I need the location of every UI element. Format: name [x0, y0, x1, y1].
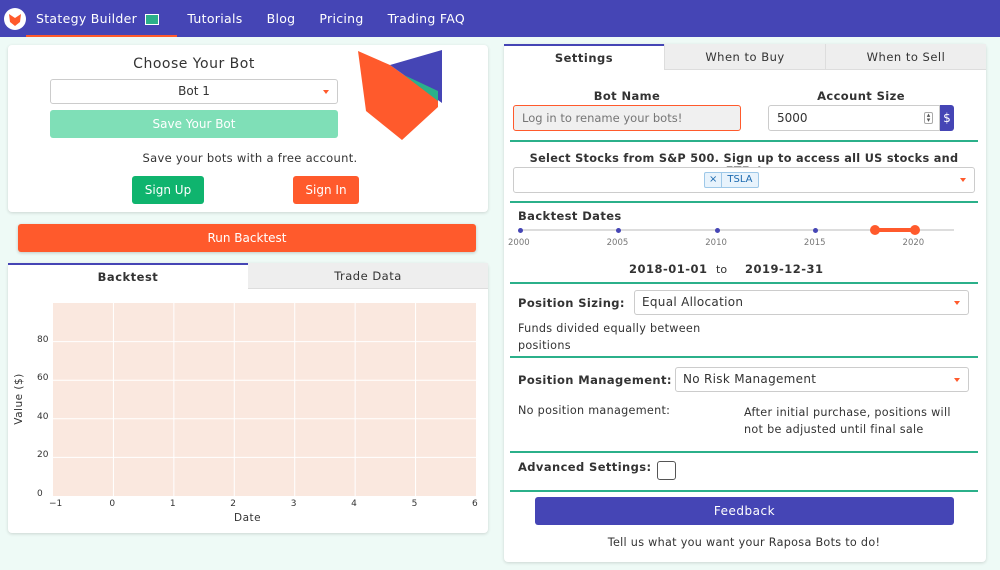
nav-pricing[interactable]: Pricing	[319, 0, 363, 37]
slider-start-handle[interactable]	[870, 225, 881, 235]
x-tick-label: 2	[230, 499, 237, 509]
slider-tick-label: 2010	[705, 238, 727, 248]
slider-tick-label: 2020	[902, 238, 925, 248]
feedback-note: Tell us what you want your Raposa Bots t…	[607, 536, 881, 549]
slider-tick-dot	[714, 227, 720, 233]
position-sizing-value: Equal Allocation	[642, 295, 744, 309]
x-tick-label: −1	[49, 499, 63, 509]
feedback-button[interactable]: Feedback	[535, 497, 954, 525]
x-tick-label: 6	[472, 499, 478, 509]
divider-2	[510, 201, 978, 203]
tab-when-to-buy[interactable]: When to Buy	[664, 44, 825, 70]
divider-6	[510, 490, 978, 492]
stock-tag-tsla: × TSLA	[704, 172, 759, 188]
end-date: 2019-12-31	[745, 262, 824, 276]
save-bot-button[interactable]: Save Your Bot	[50, 110, 338, 138]
y-tick-label: 0	[37, 489, 43, 499]
stepper-icon[interactable]: ▴ ▾	[924, 112, 933, 124]
slider-tick-dot	[616, 227, 622, 233]
y-tick-label: 60	[37, 373, 49, 384]
divider-3	[510, 282, 978, 284]
nav-blog[interactable]: Blog	[267, 0, 296, 37]
chevron-down-icon	[323, 90, 329, 94]
start-date: 2018-01-01	[629, 262, 708, 276]
chevron-down-icon	[960, 178, 966, 182]
date-range-slider[interactable]: 2000 2005 2010 2015 2020	[508, 225, 954, 256]
account-size-label: Account Size	[817, 89, 905, 103]
bot-select[interactable]: Bot 1	[50, 79, 338, 104]
x-axis-label: Date	[234, 512, 262, 524]
monitor-icon	[145, 14, 160, 25]
y-axis-label: Value ($)	[12, 373, 25, 425]
x-tick-label: 0	[109, 499, 116, 509]
results-card: Backtest Trade Data Date Value ($) −1 0 1 2…	[8, 263, 488, 533]
bot-select-value: Bot 1	[178, 84, 210, 98]
bot-name-label: Bot Name	[593, 89, 661, 103]
divider-5	[510, 451, 978, 453]
y-tick-label: 40	[37, 411, 49, 422]
chevron-down-icon	[954, 301, 960, 305]
top-nav: Stategy Builder Tutorials Blog Pricing T…	[0, 0, 1000, 37]
sign-in-button[interactable]: Sign In	[293, 176, 359, 204]
stock-multiselect[interactable]: × TSLA	[513, 167, 975, 193]
to-label: to	[716, 263, 728, 276]
x-tick-label: 5	[411, 499, 418, 509]
slider-range-fill	[875, 228, 915, 232]
position-sizing-select[interactable]: Equal Allocation	[634, 290, 969, 315]
x-tick-label: 4	[351, 499, 357, 509]
x-tick-label: 3	[290, 499, 297, 509]
position-mgmt-value: No Risk Management	[683, 372, 817, 386]
position-mgmt-label: Position Management:	[518, 373, 672, 387]
backtest-chart	[53, 303, 476, 496]
fox-logo-icon	[358, 50, 442, 140]
chevron-down-icon	[954, 378, 960, 382]
position-sizing-label: Position Sizing:	[518, 296, 625, 310]
sign-up-button[interactable]: Sign Up	[132, 176, 204, 204]
raposa-logo-icon[interactable]	[4, 7, 26, 30]
tab-backtest[interactable]: Backtest	[8, 263, 248, 289]
run-backtest-button[interactable]: Run Backtest	[18, 224, 476, 252]
position-mgmt-desc: After initial purchase, positions will n…	[744, 406, 951, 436]
slider-tick-dot	[517, 227, 523, 233]
stock-tag-label: TSLA	[727, 174, 753, 185]
nav-trading-faq[interactable]: Trading FAQ	[388, 0, 465, 37]
account-size-input[interactable]: 5000 ▴ ▾	[768, 105, 940, 131]
tab-when-to-sell[interactable]: When to Sell	[825, 44, 986, 70]
slider-tick-label: 2005	[606, 238, 629, 248]
tag-remove-icon[interactable]: ×	[705, 173, 723, 187]
nav-tutorials[interactable]: Tutorials	[187, 0, 242, 37]
position-sizing-desc: Funds divided equally between positions	[518, 322, 701, 352]
divider-1	[510, 140, 978, 142]
slider-tick-dot	[813, 227, 819, 233]
x-tick-label: 1	[169, 499, 176, 509]
y-tick-label: 20	[37, 450, 49, 461]
save-note: Save your bots with a free account.	[142, 151, 358, 165]
slider-tick-label: 2015	[803, 238, 826, 248]
advanced-settings-label: Advanced Settings:	[518, 460, 652, 474]
choose-bot-title: Choose Your Bot	[133, 56, 255, 72]
slider-tick-label: 2000	[508, 238, 530, 248]
currency-badge: $	[940, 105, 954, 131]
position-mgmt-select[interactable]: No Risk Management	[675, 367, 969, 392]
y-tick-label: 80	[37, 334, 49, 345]
slider-end-handle[interactable]	[909, 225, 920, 235]
tab-trade-data[interactable]: Trade Data	[248, 263, 488, 289]
nav-strategy-builder[interactable]: Stategy Builder	[25, 0, 178, 37]
chart-gridlines	[53, 303, 476, 496]
tab-settings[interactable]: Settings	[504, 44, 664, 70]
advanced-settings-checkbox[interactable]	[657, 461, 676, 480]
bot-name-input[interactable]	[513, 105, 741, 131]
divider-4	[510, 356, 978, 358]
position-mgmt-title: No position management:	[518, 404, 671, 417]
backtest-dates-label: Backtest Dates	[518, 209, 622, 223]
bot-card: Choose Your Bot Bot 1 Save Your Bot Save…	[8, 45, 488, 212]
